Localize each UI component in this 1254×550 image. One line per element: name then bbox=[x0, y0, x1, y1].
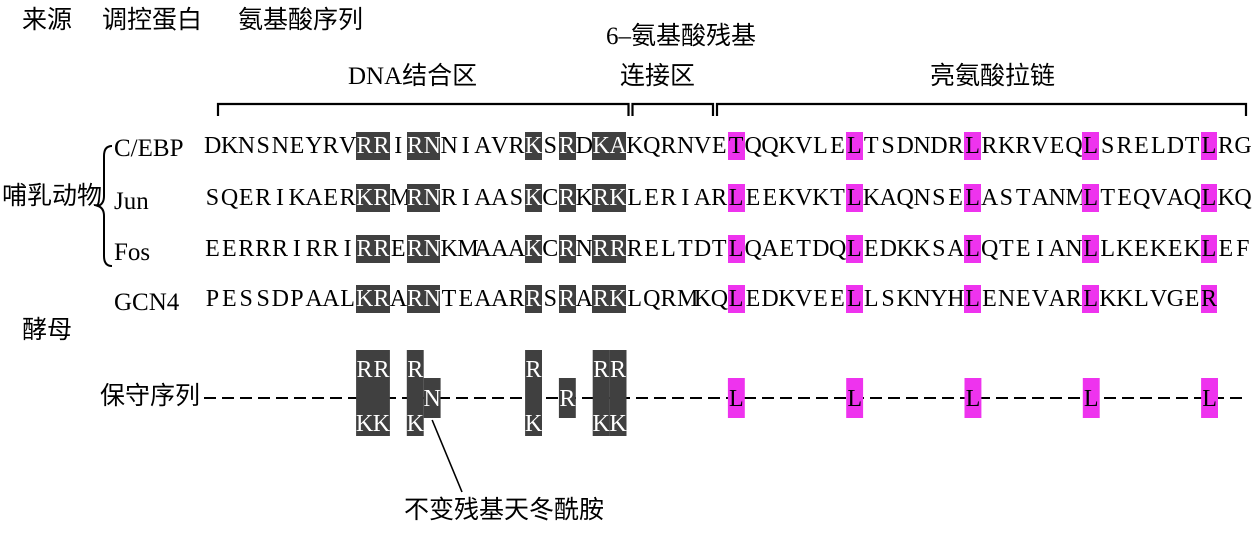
bracket-linker bbox=[631, 102, 715, 116]
conserved-residue: L bbox=[1202, 386, 1217, 412]
conserved-residue-bottom: K bbox=[407, 411, 425, 437]
conserved-residue-top: R bbox=[407, 357, 423, 383]
conserved-residue-top: R bbox=[373, 357, 389, 383]
bracket-dna-binding bbox=[216, 102, 630, 116]
conserved-residue: R bbox=[559, 386, 575, 412]
conserved-residue-bottom: K bbox=[356, 411, 374, 437]
conserved-residue-bottom: K bbox=[525, 411, 543, 437]
annotation-pointer-line bbox=[431, 419, 463, 493]
conserved-residue-top: R bbox=[357, 357, 373, 383]
conserved-residue: L bbox=[847, 386, 862, 412]
conserved-residue-top: R bbox=[526, 357, 542, 383]
conserved-residue-bottom: K bbox=[609, 411, 627, 437]
conserved-residue-top: R bbox=[593, 357, 609, 383]
bracket-zipper bbox=[715, 102, 1248, 116]
conserved-residue: L bbox=[729, 386, 744, 412]
conserved-residue-bottom: K bbox=[592, 411, 610, 437]
conserved-residue: N bbox=[423, 386, 440, 412]
diagram: 来源 调控蛋白 氨基酸序列 DNA结合区 6–氨基酸残基 连接区 亮氨酸拉链 哺… bbox=[0, 0, 1254, 550]
conserved-residue: L bbox=[1084, 386, 1099, 412]
conserved-residue: L bbox=[966, 386, 981, 412]
conserved-residue-bottom: K bbox=[373, 411, 391, 437]
conserved-residue-top: R bbox=[610, 357, 626, 383]
diagram-lines: RKRKRKNRKRRKRKL L L L L bbox=[94, 102, 1248, 493]
brace-mammal bbox=[94, 145, 113, 267]
